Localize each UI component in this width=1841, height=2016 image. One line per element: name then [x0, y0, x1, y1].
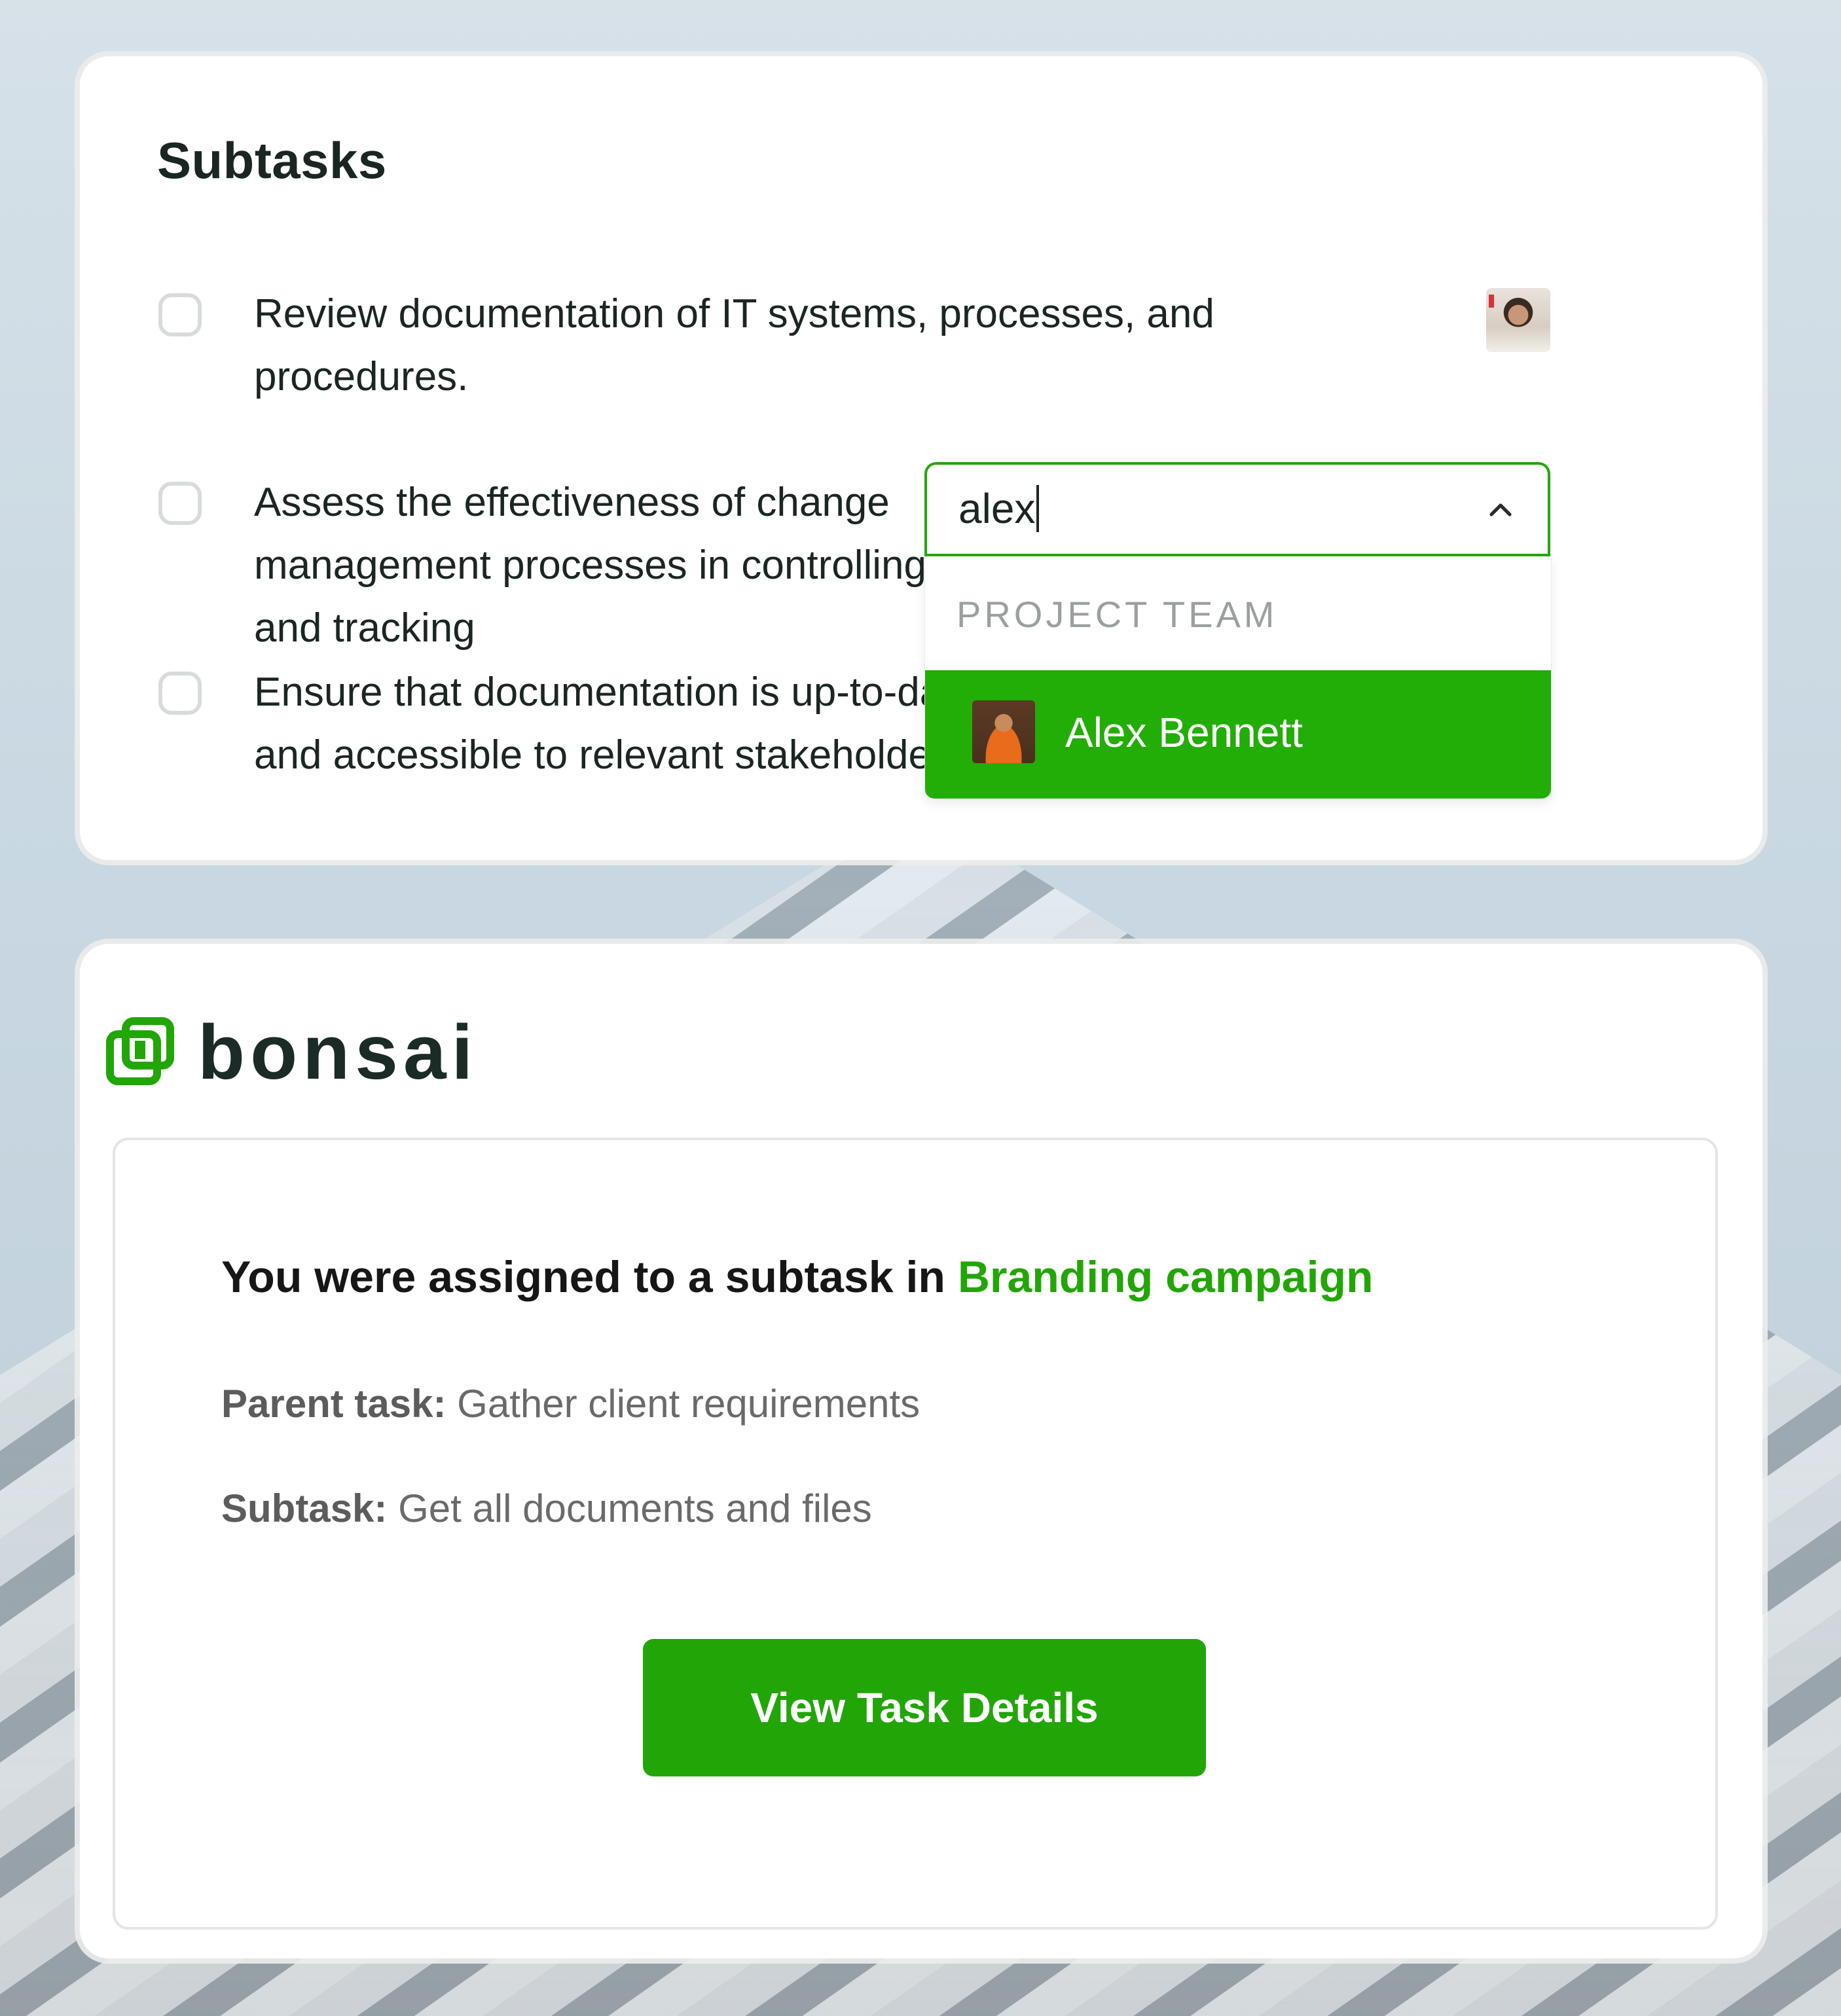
subtask-checkbox[interactable] [158, 482, 202, 525]
option-group-label: PROJECT TEAM [957, 594, 1278, 635]
text-cursor [1036, 485, 1040, 533]
email-notification-card: bonsai You were assigned to a subtask in… [80, 944, 1762, 1958]
subtask-line: Subtask: Get all documents and files [221, 1486, 872, 1531]
subtask-checkbox[interactable] [158, 293, 202, 336]
bonsai-logo-icon [106, 1017, 174, 1085]
avatar [972, 700, 1035, 763]
assignee-dropdown[interactable]: alex PROJECT TEAM Alex Bennett [924, 462, 1552, 799]
parent-task-value: Gather client requirements [457, 1382, 920, 1426]
parent-task-line: Parent task: Gather client requirements [221, 1381, 920, 1426]
email-body: You were assigned to a subtask in Brandi… [113, 1138, 1718, 1930]
assignee-avatar[interactable] [1486, 288, 1550, 352]
subtask-text: Review documentation of IT systems, proc… [254, 291, 1214, 399]
email-headline: You were assigned to a subtask in Brandi… [221, 1252, 1374, 1302]
subtask-checkbox[interactable] [158, 672, 202, 715]
option-alex-bennett[interactable]: Alex Bennett [925, 670, 1551, 799]
view-task-details-button[interactable]: View Task Details [643, 1639, 1206, 1776]
option-label: Alex Bennett [1065, 709, 1303, 756]
project-link[interactable]: Branding campaign [958, 1252, 1374, 1302]
parent-task-label: Parent task: [221, 1382, 447, 1426]
brand-name: bonsai [198, 1009, 479, 1096]
subtask-text: Ensure that documentation is up-to-date … [254, 670, 976, 778]
chevron-up-icon[interactable] [1485, 495, 1516, 526]
assignee-options-list: PROJECT TEAM Alex Bennett [924, 556, 1552, 799]
assignee-search-value[interactable]: alex [958, 484, 1040, 533]
subtasks-title: Subtasks [157, 132, 387, 189]
subtask-label: Subtask: [221, 1486, 388, 1530]
subtask-value: Get all documents and files [398, 1486, 872, 1530]
subtask-text: Assess the effectiveness of change manag… [254, 480, 926, 651]
subtasks-card: Subtasks Review documentation of IT syst… [80, 56, 1762, 860]
assignee-search-input[interactable]: alex [924, 462, 1550, 556]
